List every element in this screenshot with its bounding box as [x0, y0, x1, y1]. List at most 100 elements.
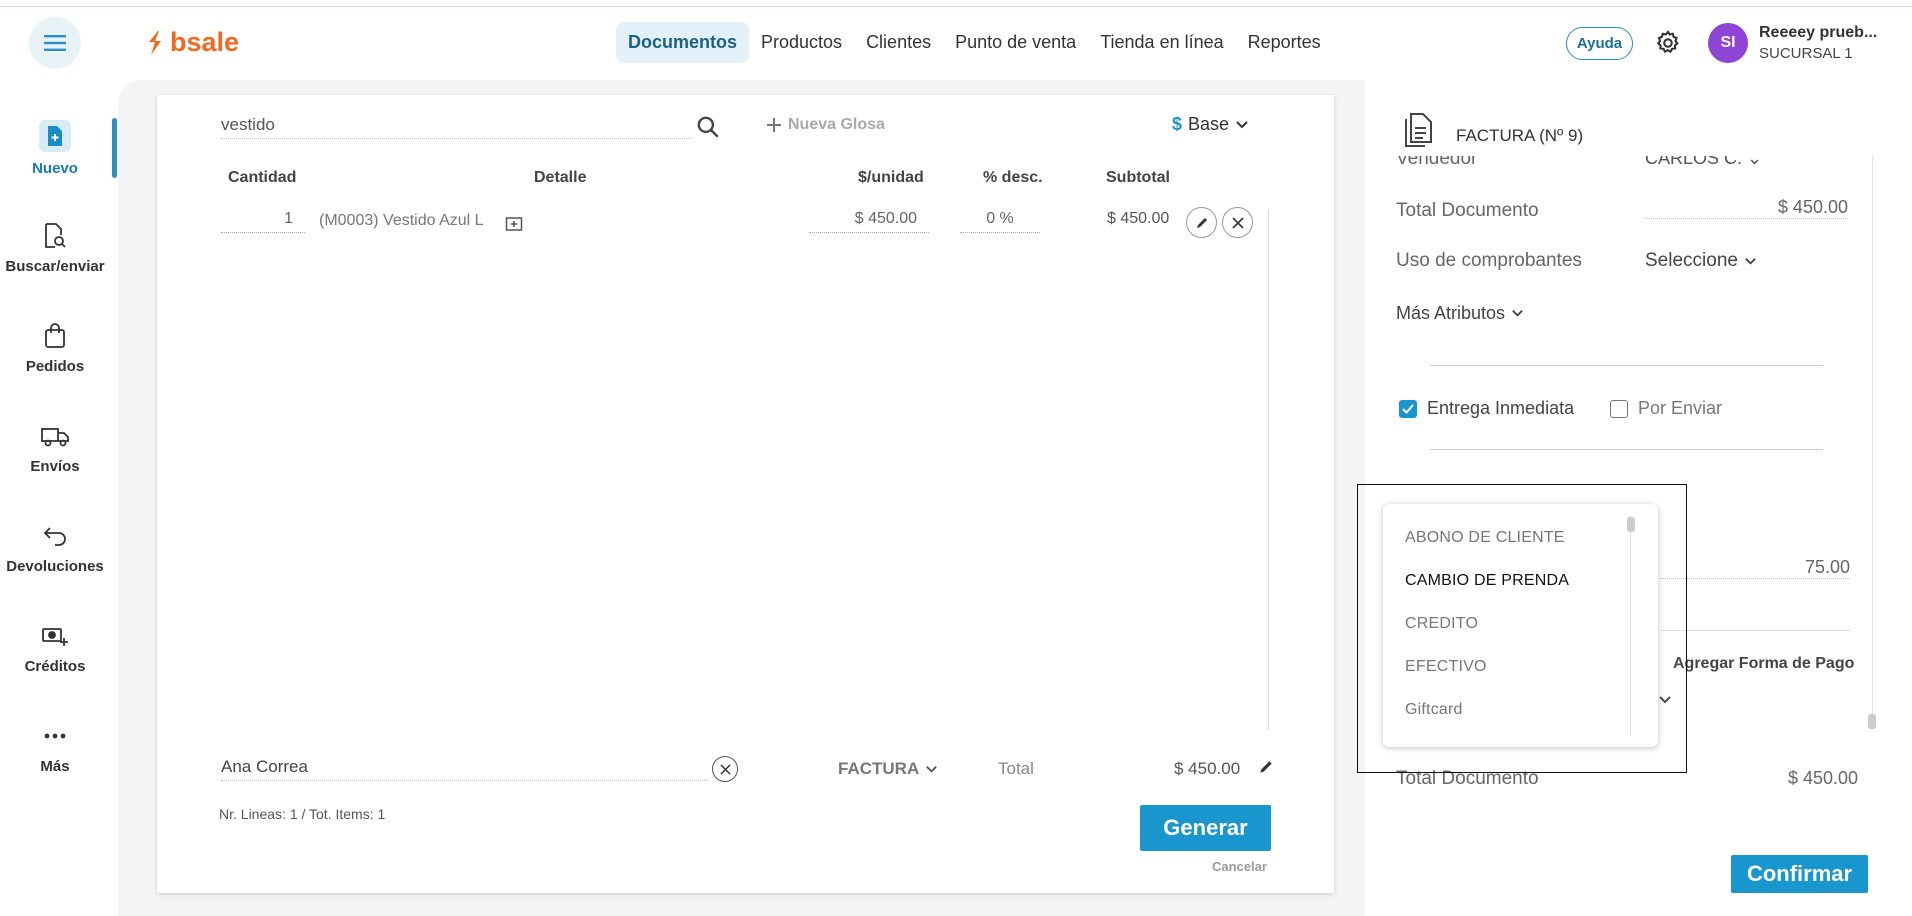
price-list-select[interactable]: $ Base — [1172, 114, 1249, 135]
sidebar-item-devoluciones[interactable]: Devoluciones — [0, 522, 110, 575]
row-subtotal: $ 450.00 — [1107, 210, 1170, 227]
row-discount-input[interactable]: 0 % — [960, 210, 1040, 233]
header-cantidad: Cantidad — [228, 169, 297, 186]
chevron-down-icon — [1745, 257, 1756, 265]
document-type-select[interactable]: FACTURA — [838, 759, 938, 779]
chevron-down-icon — [926, 765, 938, 773]
dropdown-scrollbar-track — [1630, 516, 1631, 736]
sidebar-active-indicator — [112, 118, 117, 178]
option-credito[interactable]: CREDITO — [1405, 615, 1478, 633]
panel-scrollbar-thumb[interactable] — [1868, 714, 1876, 729]
hamburger-icon — [44, 35, 66, 51]
delete-row-button[interactable] — [1222, 207, 1253, 238]
gear-icon — [1656, 30, 1679, 54]
sidebar-item-pedidos[interactable]: Pedidos — [0, 322, 110, 375]
por-enviar-checkbox[interactable]: Por Enviar — [1610, 398, 1722, 419]
sidebar-label-envios: Envíos — [30, 458, 80, 475]
nav-clientes[interactable]: Clientes — [854, 22, 943, 63]
option-efectivo[interactable]: EFECTIVO — [1405, 658, 1487, 676]
mas-atributos-toggle[interactable]: Más Atributos — [1396, 303, 1524, 324]
option-giftcard[interactable]: Giftcard — [1405, 701, 1463, 719]
option-abono-de-cliente[interactable]: ABONO DE CLIENTE — [1405, 529, 1565, 547]
pencil-icon — [1196, 217, 1207, 228]
sidebar-label-buscar-enviar: Buscar/enviar — [5, 258, 105, 275]
payment-amount-input[interactable]: 75.00 — [1660, 557, 1850, 579]
document-type-value: FACTURA — [838, 759, 920, 778]
add-comment-button[interactable] — [505, 216, 523, 239]
checkbox-checked-icon — [1399, 399, 1417, 418]
payment-method-dropdown: ABONO DE CLIENTE CAMBIO DE PRENDA CREDIT… — [1383, 504, 1658, 747]
chevron-down-icon — [1512, 310, 1523, 317]
row-unit-price-input[interactable]: $ 450.00 — [809, 210, 929, 233]
nav-reportes[interactable]: Reportes — [1236, 22, 1333, 63]
entrega-inmediata-checkbox[interactable]: Entrega Inmediata — [1399, 398, 1574, 419]
generate-button[interactable]: Generar — [1140, 805, 1271, 851]
nav-tienda-en-linea[interactable]: Tienda en línea — [1088, 22, 1235, 63]
divider — [1660, 630, 1850, 631]
dropdown-scrollbar-thumb[interactable] — [1627, 517, 1635, 532]
total-value: $ 450.00 — [1174, 759, 1241, 778]
panel-scrollbar-track — [1872, 155, 1873, 725]
sidebar-item-mas[interactable]: Más — [0, 722, 110, 775]
total-documento-label: Total Documento — [1396, 200, 1539, 221]
header-unit-price: $/unidad — [858, 169, 924, 186]
edit-row-button[interactable] — [1186, 207, 1217, 238]
client-input[interactable]: Ana Correa — [221, 757, 707, 781]
total-documento-bottom-value: $ 450.00 — [1788, 768, 1859, 788]
sidebar-label-devoluciones: Devoluciones — [6, 558, 104, 575]
uso-comprobantes-select[interactable]: Seleccione — [1645, 250, 1757, 272]
close-icon — [1231, 216, 1244, 229]
header-subtotal: Subtotal — [1106, 169, 1170, 186]
price-list-value: Base — [1188, 114, 1230, 134]
sidebar-item-nuevo[interactable]: Nuevo — [0, 120, 110, 177]
sidebar-item-creditos[interactable]: Créditos — [0, 622, 110, 675]
nueva-glosa-button[interactable]: Nueva Glosa — [766, 116, 885, 134]
nueva-glosa-label: Nueva Glosa — [788, 116, 885, 133]
user-avatar[interactable]: SI — [1708, 23, 1748, 63]
line-summary: Nr. Lineas: 1 / Tot. Items: 1 — [219, 806, 386, 822]
total-label: Total — [998, 759, 1034, 778]
search-document-icon — [45, 223, 66, 248]
plus-icon — [767, 118, 781, 132]
cancel-link[interactable]: Cancelar — [1212, 859, 1267, 874]
edit-total-button[interactable] — [1258, 759, 1274, 780]
main-nav: Documentos Productos Clientes Punto de v… — [616, 22, 1333, 63]
sidebar-item-envios[interactable]: Envíos — [0, 422, 110, 475]
bsale-logo-icon — [149, 30, 161, 55]
vendedor-value: CARLOS C. — [1645, 156, 1743, 168]
search-icon — [697, 116, 719, 138]
sidebar-label-mas: Más — [40, 758, 70, 775]
settings-button[interactable] — [1654, 29, 1682, 62]
vendedor-label: Vendedor — [1396, 156, 1478, 169]
row-detail: (M0003) Vestido Azul L — [319, 212, 484, 229]
comment-plus-icon — [505, 217, 523, 231]
nav-punto-de-venta[interactable]: Punto de venta — [943, 22, 1088, 63]
nav-productos[interactable]: Productos — [749, 22, 854, 63]
bsale-logo[interactable]: bsale — [146, 27, 239, 58]
sidebar-label-pedidos: Pedidos — [25, 358, 85, 375]
return-arrow-icon — [43, 527, 66, 546]
more-dots-icon — [44, 733, 66, 739]
option-cambio-de-prenda[interactable]: CAMBIO DE PRENDA — [1405, 572, 1569, 590]
help-button[interactable]: Ayuda — [1566, 27, 1633, 60]
confirm-button[interactable]: Confirmar — [1731, 855, 1868, 893]
total-documento-value: $ 450.00 — [1645, 197, 1848, 219]
nav-documentos[interactable]: Documentos — [616, 22, 750, 63]
por-enviar-label: Por Enviar — [1638, 398, 1723, 418]
divider — [1430, 365, 1823, 366]
search-button[interactable] — [695, 114, 721, 145]
sidebar-item-buscar-enviar[interactable]: Buscar/enviar — [0, 222, 110, 275]
shopping-bag-icon — [45, 323, 65, 348]
hamburger-menu-button[interactable] — [29, 17, 81, 69]
new-document-icon — [39, 120, 71, 152]
divider — [1430, 449, 1823, 450]
mas-atributos-label: Más Atributos — [1396, 303, 1506, 323]
user-name[interactable]: Reeeey prueb... — [1759, 24, 1877, 42]
table-divider — [1268, 210, 1269, 730]
agregar-forma-pago-link[interactable]: Agregar Forma de Pago — [1673, 655, 1854, 673]
product-search-input[interactable]: vestido — [221, 115, 691, 139]
header-discount: % desc. — [983, 169, 1043, 186]
row-quantity-input[interactable]: 1 — [221, 210, 305, 233]
vendedor-select[interactable]: CARLOS C. ⌄ — [1645, 156, 1762, 169]
clear-client-button[interactable] — [712, 756, 738, 782]
